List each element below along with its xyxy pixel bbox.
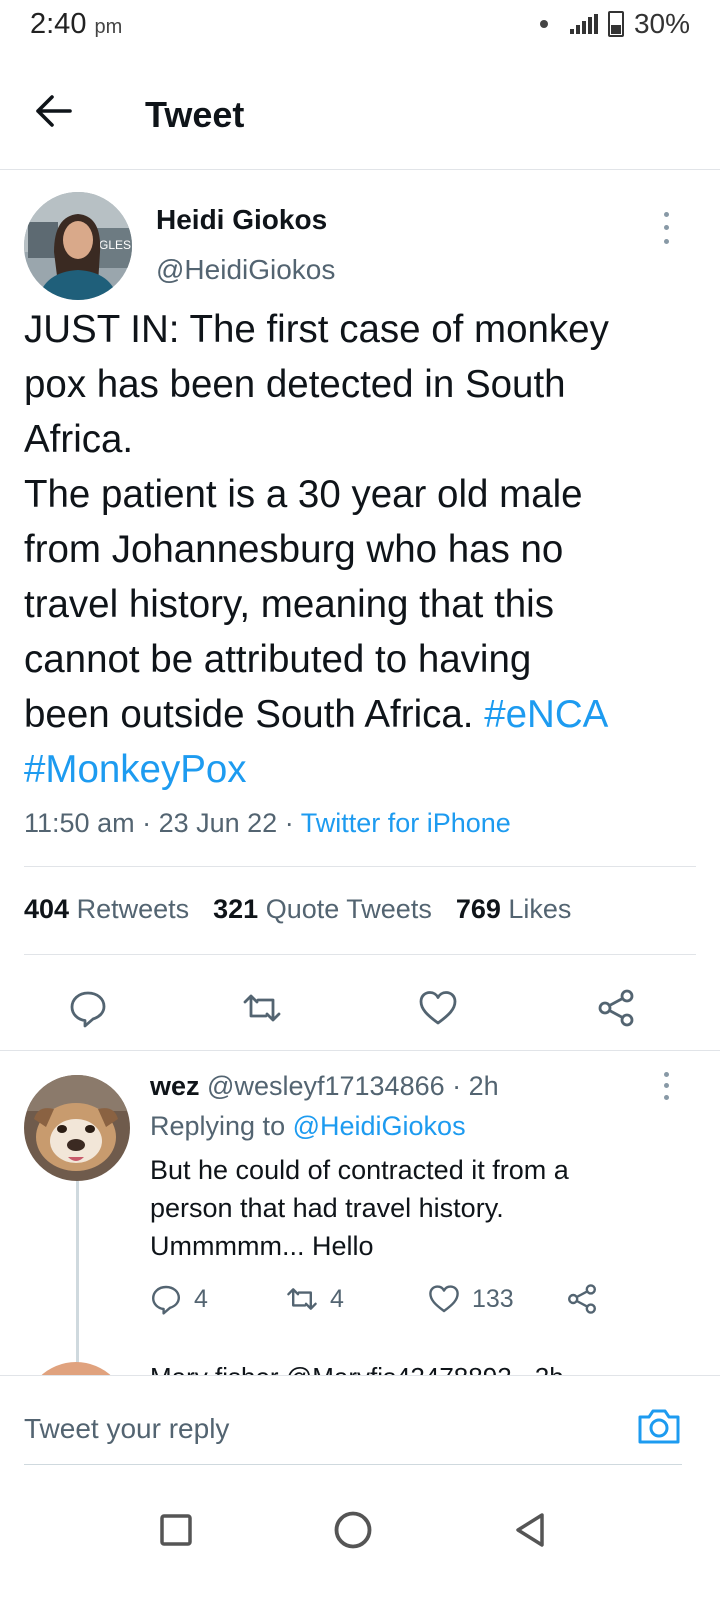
reply-line: Ummmmm... Hello bbox=[150, 1231, 374, 1261]
reply-retweet-button[interactable]: 4 bbox=[286, 1283, 344, 1315]
reply-text: But he could of contracted it from a per… bbox=[150, 1151, 690, 1265]
divider bbox=[24, 954, 696, 955]
retweet-icon[interactable] bbox=[242, 988, 292, 1038]
reply-input[interactable] bbox=[24, 1406, 624, 1452]
reply-line: But he could of contracted it from a bbox=[150, 1155, 569, 1185]
battery-icon bbox=[607, 11, 624, 37]
retweet-icon bbox=[287, 1288, 317, 1310]
retweets-stat[interactable]: 404 Retweets bbox=[24, 894, 189, 925]
retweets-label: Retweets bbox=[76, 894, 190, 924]
share-icon bbox=[568, 1284, 596, 1314]
hashtag-link[interactable]: #eNCA bbox=[484, 693, 608, 736]
reply-share-button[interactable] bbox=[566, 1283, 598, 1315]
reply-reply-button[interactable]: 4 bbox=[150, 1283, 208, 1315]
reply-age: 2h bbox=[468, 1071, 499, 1101]
more-options-icon[interactable] bbox=[654, 208, 678, 248]
tweet-line: cannot be attributed to having bbox=[24, 638, 532, 681]
system-navigation-bar bbox=[0, 1485, 720, 1600]
back-triangle-icon[interactable] bbox=[500, 1500, 560, 1560]
reply-avatar[interactable] bbox=[24, 1075, 130, 1181]
likes-stat[interactable]: 769 Likes bbox=[456, 894, 572, 925]
thread-line bbox=[76, 1181, 79, 1381]
recents-square-icon[interactable] bbox=[146, 1500, 206, 1560]
notification-dot-icon bbox=[539, 20, 548, 28]
hashtag-link[interactable]: #MonkeyPox bbox=[24, 748, 247, 791]
tweet-line: pox has been detected in South bbox=[24, 363, 566, 406]
replying-mention-link[interactable]: @HeidiGiokos bbox=[293, 1111, 466, 1141]
status-indicators: 30% bbox=[539, 8, 690, 40]
reply-like-button[interactable]: 133 bbox=[428, 1283, 514, 1315]
signal-icon bbox=[569, 14, 598, 34]
reply-composer bbox=[0, 1375, 720, 1485]
reply-retweet-count: 4 bbox=[330, 1284, 344, 1313]
back-arrow-icon[interactable] bbox=[30, 88, 76, 134]
top-app-bar: Tweet bbox=[0, 52, 720, 170]
likes-label: Likes bbox=[508, 894, 572, 924]
tweet-stats: 404 Retweets 321 Quote Tweets 769 Likes bbox=[24, 894, 571, 925]
reply-more-options-icon[interactable] bbox=[654, 1069, 678, 1103]
tweet-actions bbox=[0, 978, 720, 1048]
status-period: pm bbox=[94, 16, 123, 38]
status-clock: 2:40 bbox=[30, 8, 87, 40]
reply-actions: 4 4 133 bbox=[150, 1283, 620, 1323]
reply-tweet[interactable]: wez @wesleyf17134866 · 2h Replying to @H… bbox=[0, 1050, 720, 1381]
meta-separator: · bbox=[134, 808, 159, 838]
replying-prefix: Replying to bbox=[150, 1111, 286, 1141]
composer-underline bbox=[24, 1464, 682, 1465]
reply-reply-count: 4 bbox=[194, 1284, 208, 1313]
tweet-line: from Johannesburg who has no bbox=[24, 528, 564, 571]
likes-count: 769 bbox=[455, 894, 501, 924]
quote-tweets-count: 321 bbox=[213, 894, 259, 924]
tweet-meta: 11:50 am · 23 Jun 22 · Twitter for iPhon… bbox=[24, 808, 511, 839]
camera-icon[interactable] bbox=[636, 1406, 682, 1446]
quote-tweets-stat[interactable]: 321 Quote Tweets bbox=[213, 894, 432, 925]
like-icon[interactable] bbox=[418, 988, 468, 1038]
tweet-line: travel history, meaning that this bbox=[24, 583, 554, 626]
tweet-line: JUST IN: The first case of monkey bbox=[24, 308, 609, 351]
divider bbox=[24, 866, 696, 867]
tweet-line: Africa. bbox=[24, 418, 134, 461]
reply-header: wez @wesleyf17134866 · 2h bbox=[150, 1071, 499, 1101]
tweet-line: #MonkeyPox bbox=[24, 742, 696, 797]
page-title: Tweet bbox=[145, 94, 245, 135]
reply-icon[interactable] bbox=[68, 988, 118, 1038]
reply-author-handle[interactable]: @wesleyf17134866 bbox=[207, 1071, 445, 1101]
author-name[interactable]: Heidi Giokos bbox=[156, 204, 327, 236]
like-icon bbox=[429, 1285, 459, 1313]
battery-level: 30% bbox=[633, 8, 690, 39]
avatar-sign-text: GLES bbox=[99, 238, 131, 252]
tweet-source-link[interactable]: Twitter for iPhone bbox=[301, 808, 511, 838]
retweets-count: 404 bbox=[24, 894, 70, 924]
reply-icon bbox=[152, 1285, 180, 1315]
author-avatar[interactable]: GLES bbox=[24, 192, 132, 300]
reply-like-count: 133 bbox=[472, 1284, 514, 1313]
home-circle-icon[interactable] bbox=[323, 1500, 383, 1560]
meta-separator: · bbox=[277, 808, 301, 838]
tweet-text: JUST IN: The first case of monkey pox ha… bbox=[24, 302, 696, 797]
tweet-line: been outside South Africa. #eNCA bbox=[24, 687, 696, 742]
tweet-date: 23 Jun 22 bbox=[158, 808, 278, 838]
author-handle[interactable]: @HeidiGiokos bbox=[156, 254, 335, 286]
status-bar: 2:40 pm 30% bbox=[0, 0, 720, 52]
tweet-line: The patient is a 30 year old male bbox=[24, 473, 583, 516]
quote-tweets-label: Quote Tweets bbox=[265, 894, 432, 924]
reply-author-name[interactable]: wez bbox=[150, 1071, 200, 1101]
replying-to: Replying to @HeidiGiokos bbox=[150, 1111, 466, 1142]
reply-line: person that had travel history. bbox=[150, 1193, 504, 1223]
status-time: 2:40 pm bbox=[30, 8, 122, 41]
tweet-time: 11:50 am bbox=[24, 808, 135, 838]
share-icon[interactable] bbox=[596, 988, 646, 1038]
tweet-line-text: been outside South Africa. bbox=[24, 693, 485, 736]
